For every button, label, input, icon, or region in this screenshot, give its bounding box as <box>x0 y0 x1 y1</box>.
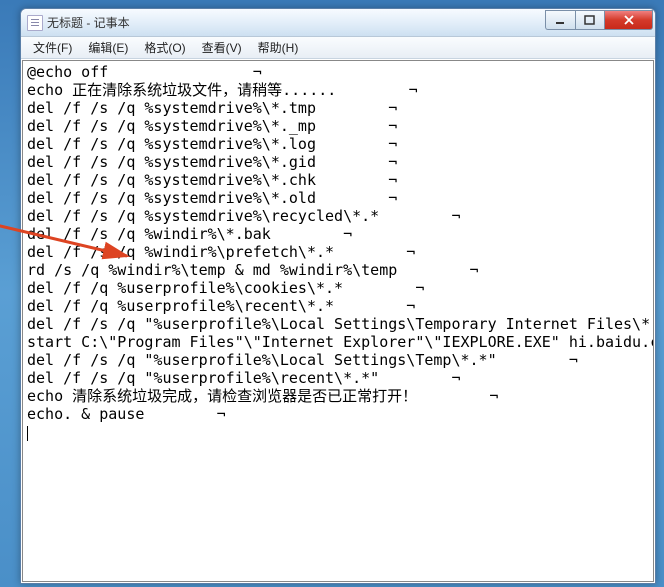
maximize-icon <box>584 15 596 25</box>
window-controls <box>545 10 653 30</box>
menu-view[interactable]: 查看(V) <box>194 37 250 58</box>
menu-help[interactable]: 帮助(H) <box>250 37 307 58</box>
editor-area[interactable]: @echo off ¬ echo 正在清除系统垃圾文件，请稍等...... ¬ … <box>22 60 654 582</box>
menubar: 文件(F) 编辑(E) 格式(O) 查看(V) 帮助(H) <box>21 37 655 59</box>
editor-text: @echo off ¬ echo 正在清除系统垃圾文件，请稍等...... ¬ … <box>27 63 654 423</box>
window-title: 无标题 - 记事本 <box>47 14 545 31</box>
titlebar[interactable]: 无标题 - 记事本 <box>21 9 655 37</box>
menu-edit[interactable]: 编辑(E) <box>80 37 136 58</box>
minimize-icon <box>555 15 567 25</box>
close-button[interactable] <box>605 10 653 30</box>
menu-file[interactable]: 文件(F) <box>25 37 80 58</box>
maximize-button[interactable] <box>575 10 605 30</box>
text-caret <box>27 426 28 441</box>
minimize-button[interactable] <box>545 10 575 30</box>
notepad-icon <box>27 15 43 31</box>
menu-format[interactable]: 格式(O) <box>136 37 193 58</box>
notepad-window: 无标题 - 记事本 文件(F) 编辑(E) 格式(O) 查看(V) 帮助(H) … <box>20 8 656 584</box>
close-icon <box>623 15 635 25</box>
